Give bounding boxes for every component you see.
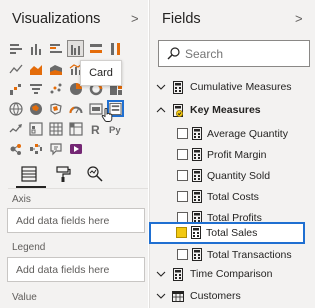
python-visual-icon[interactable]: Py	[107, 120, 124, 137]
field-label: Total Transactions	[207, 249, 292, 261]
calculator-icon	[192, 148, 202, 161]
field-checkbox-checked[interactable]	[176, 227, 187, 238]
calculator-icon	[192, 169, 202, 182]
stacked-area-icon[interactable]	[47, 60, 64, 77]
collapse-fields-chevron-icon[interactable]: >	[295, 11, 303, 26]
field-label: Average Quantity	[207, 128, 288, 140]
field-label: Profit Margin	[207, 149, 267, 161]
100pct-bar-icon[interactable]	[87, 40, 104, 57]
stacked-bar-icon[interactable]	[7, 40, 24, 57]
slicer-icon[interactable]	[27, 120, 44, 137]
group-label: Time Comparison	[190, 268, 273, 280]
group-label: Cumulative Measures	[190, 81, 292, 93]
visualizations-pane: Visualizations > R Py Card Axis Add data…	[0, 0, 148, 308]
shape-map-icon[interactable]	[47, 100, 64, 117]
format-paint-roller-icon[interactable]	[54, 165, 72, 183]
key-influencers-icon[interactable]	[7, 140, 24, 157]
qa-icon[interactable]	[47, 140, 64, 157]
map-icon[interactable]	[7, 100, 24, 117]
table-key-measures[interactable]: Key Measures	[150, 101, 316, 121]
kpi-icon[interactable]	[7, 120, 24, 137]
tab-divider	[8, 188, 148, 189]
field-checkbox[interactable]	[177, 191, 188, 202]
axis-drop-well[interactable]: Add data fields here	[7, 208, 145, 233]
calculator-icon	[192, 127, 202, 140]
scatter-icon[interactable]	[47, 80, 64, 97]
stacked-column-icon[interactable]	[27, 40, 44, 57]
visual-tooltip: Card	[80, 60, 122, 86]
group-label: Key Measures	[190, 104, 261, 116]
clustered-bar-icon[interactable]	[47, 40, 64, 57]
search-input[interactable]	[185, 45, 305, 63]
chevron-down-icon[interactable]	[156, 291, 166, 301]
legend-drop-well[interactable]: Add data fields here	[7, 257, 145, 282]
field-label: Total Costs	[207, 191, 259, 203]
fields-tab-icon[interactable]	[20, 165, 38, 183]
field-total-costs[interactable]: Total Costs	[150, 187, 316, 207]
value-label: Value	[12, 292, 37, 303]
analytics-magnifier-icon[interactable]	[86, 165, 104, 183]
area-chart-icon[interactable]	[27, 60, 44, 77]
field-checkbox[interactable]	[177, 170, 188, 181]
field-total-transactions[interactable]: Total Transactions	[150, 245, 316, 265]
mouse-pointer-icon	[101, 108, 113, 122]
fields-search-box[interactable]	[158, 40, 310, 67]
r-visual-glyph: R	[91, 123, 100, 136]
waterfall-icon[interactable]	[7, 80, 24, 97]
gauge-icon[interactable]	[67, 100, 84, 117]
field-average-quantity[interactable]: Average Quantity	[150, 124, 316, 144]
search-icon	[167, 47, 180, 60]
calculator-icon	[192, 248, 202, 261]
calculator-checked-icon	[173, 104, 183, 117]
field-label: Quantity Sold	[207, 170, 271, 182]
pane-tab-row	[16, 165, 136, 187]
100pct-column-icon[interactable]	[107, 40, 124, 57]
table-time-comparison[interactable]: Time Comparison	[150, 265, 316, 285]
table-cumulative-measures[interactable]: Cumulative Measures	[150, 78, 316, 98]
funnel-icon[interactable]	[27, 80, 44, 97]
r-visual-icon[interactable]: R	[87, 120, 104, 137]
field-checkbox[interactable]	[177, 249, 188, 260]
clustered-column-icon[interactable]	[67, 40, 84, 57]
decomposition-tree-icon[interactable]	[27, 140, 44, 157]
chevron-down-icon[interactable]	[156, 269, 166, 279]
fields-title: Fields	[162, 11, 201, 27]
table-customers[interactable]: Customers	[150, 287, 316, 307]
filled-map-icon[interactable]	[27, 100, 44, 117]
fields-pane: Fields > Cumulative Measures Key Measure…	[149, 0, 315, 308]
table-icon[interactable]	[47, 120, 64, 137]
line-chart-icon[interactable]	[7, 60, 24, 77]
calculator-icon	[192, 190, 202, 203]
field-checkbox[interactable]	[177, 128, 188, 139]
field-quantity-sold[interactable]: Quantity Sold	[150, 166, 316, 186]
group-label: Customers	[190, 290, 241, 302]
legend-label: Legend	[12, 242, 46, 253]
visualizations-title: Visualizations	[12, 11, 101, 27]
calculator-icon	[191, 226, 201, 239]
active-tab-underline	[16, 186, 46, 188]
calculator-icon	[173, 268, 183, 281]
chevron-up-icon[interactable]	[156, 105, 166, 115]
field-profit-margin[interactable]: Profit Margin	[150, 145, 316, 165]
python-visual-glyph: Py	[109, 125, 121, 136]
axis-label: Axis	[12, 194, 31, 205]
field-label: Total Sales	[206, 227, 258, 239]
table-grid-icon	[172, 291, 184, 302]
field-checkbox[interactable]	[177, 149, 188, 160]
collapse-visualizations-chevron-icon[interactable]: >	[131, 11, 139, 26]
field-total-sales[interactable]: Total Sales	[149, 222, 305, 244]
matrix-icon[interactable]	[67, 120, 84, 137]
calculator-icon	[173, 81, 183, 94]
visual-gallery: R Py	[7, 40, 125, 160]
power-apps-icon[interactable]	[67, 140, 84, 157]
chevron-down-icon[interactable]	[156, 82, 166, 92]
